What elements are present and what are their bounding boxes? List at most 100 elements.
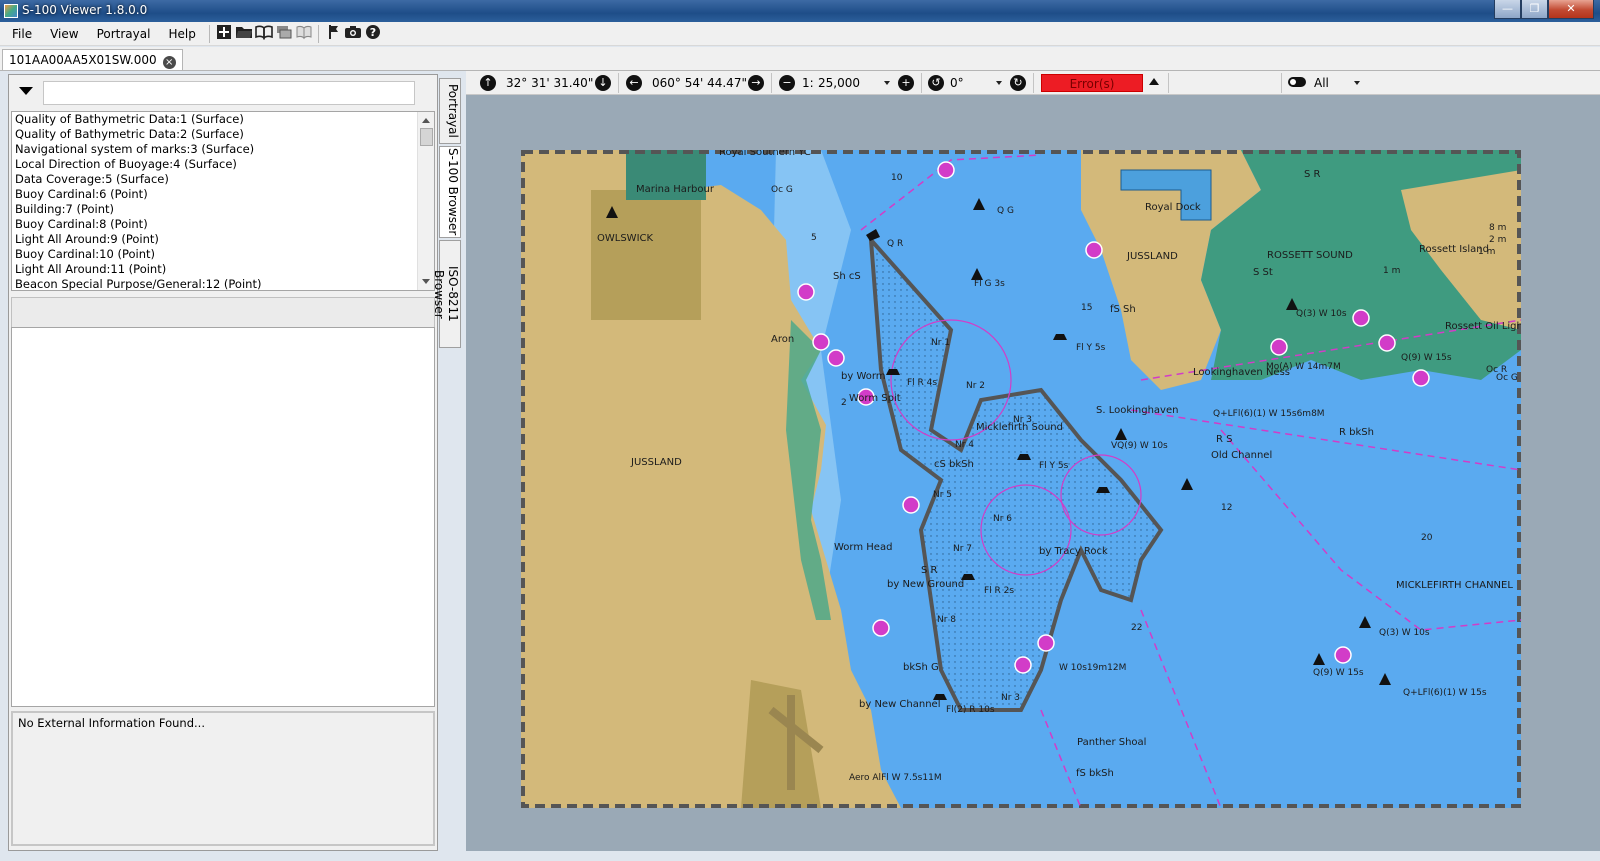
window-title: S-100 Viewer 1.8.0.0: [22, 3, 148, 17]
seabed-label: R bkSh: [1339, 427, 1374, 438]
light-label: Fl Y 5s: [1039, 461, 1069, 471]
special-purpose-mark[interactable]: [872, 619, 890, 637]
scale-select[interactable]: 25,000: [818, 75, 860, 91]
menu-view[interactable]: View: [41, 22, 87, 46]
scroll-thumb[interactable]: [420, 128, 433, 146]
svg-text:?: ?: [370, 26, 376, 39]
rotate-right-icon[interactable]: ↻: [1010, 75, 1026, 91]
rotate-left-icon[interactable]: ↺: [928, 75, 944, 91]
depth-label: 10: [891, 173, 903, 183]
close-button[interactable]: ✕: [1548, 0, 1594, 19]
special-purpose-mark[interactable]: [1334, 646, 1352, 664]
title-bar: S-100 Viewer 1.8.0.0 — ❐ ✕: [0, 0, 1600, 22]
list-item[interactable]: Buoy Cardinal:8 (Point): [12, 217, 434, 232]
close-tab-icon[interactable]: ×: [162, 56, 176, 69]
document-tab-label: 101AA00AA5X01SW.000: [9, 53, 157, 67]
list-item[interactable]: Quality of Bathymetric Data:1 (Surface): [12, 112, 434, 127]
chevron-down-icon[interactable]: [884, 81, 890, 85]
light-label: Mo(A) W 14m7M: [1266, 362, 1341, 372]
arrow-left-icon[interactable]: ←: [626, 75, 642, 91]
place-label: Marina Harbour: [636, 184, 715, 195]
zoom-in-icon[interactable]: +: [898, 75, 914, 91]
help-icon[interactable]: ?: [363, 24, 383, 44]
filter-select[interactable]: All: [1314, 75, 1329, 91]
document-tab[interactable]: 101AA00AA5X01SW.000 ×: [2, 49, 183, 71]
place-label: by Tracy Rock: [1039, 546, 1108, 557]
buoy-number: Nr 3: [1001, 693, 1020, 703]
tab-portrayal[interactable]: Portrayal: [439, 78, 461, 144]
toolbar-separator: [1168, 73, 1169, 93]
special-purpose-mark[interactable]: [1412, 369, 1430, 387]
book-icon[interactable]: [294, 24, 314, 44]
list-item[interactable]: Local Direction of Buoyage:4 (Surface): [12, 157, 434, 172]
depth-label: 12: [1221, 503, 1232, 513]
error-status[interactable]: Error(s): [1041, 74, 1143, 92]
camera-icon[interactable]: [343, 24, 363, 44]
urban-area: [591, 190, 701, 320]
special-purpose-mark[interactable]: [1270, 338, 1288, 356]
catalogue-icon[interactable]: [254, 24, 274, 44]
buoy-number: Nr 1: [931, 338, 950, 348]
list-item[interactable]: Beacon Special Purpose/General:12 (Point…: [12, 277, 434, 290]
zoom-out-icon[interactable]: −: [779, 75, 795, 91]
scroll-up-icon[interactable]: [422, 118, 430, 123]
list-item[interactable]: Light All Around:11 (Point): [12, 262, 434, 277]
list-item[interactable]: Buoy Cardinal:6 (Point): [12, 187, 434, 202]
place-label: Worm Spit: [849, 393, 901, 404]
depth-label: 15: [1081, 303, 1092, 313]
buoy-number: Nr 3: [1013, 415, 1032, 425]
scroll-down-icon[interactable]: [422, 279, 430, 284]
light-label: Q+LFl(6)(1) W 15s: [1403, 688, 1487, 698]
seabed-label: fS bkSh: [1076, 768, 1114, 779]
menu-portrayal[interactable]: Portrayal: [88, 22, 160, 46]
chevron-down-icon[interactable]: [1354, 81, 1360, 85]
tab-iso8211-browser[interactable]: ISO-8211 Browser: [432, 240, 461, 348]
light-label: Q(9) W 15s: [1313, 668, 1364, 678]
menu-help[interactable]: Help: [159, 22, 204, 46]
special-purpose-mark[interactable]: [1085, 241, 1103, 259]
list-item[interactable]: Data Coverage:5 (Surface): [12, 172, 434, 187]
flag-icon[interactable]: [323, 24, 343, 44]
arrow-right-icon[interactable]: →: [748, 75, 764, 91]
arrow-up-icon[interactable]: ↑: [480, 75, 496, 91]
special-purpose-mark[interactable]: [1352, 309, 1370, 327]
list-scrollbar[interactable]: [417, 112, 434, 290]
menu-file[interactable]: File: [0, 22, 41, 46]
longitude-display: 060° 54' 44.47" E: [652, 76, 759, 90]
panel-splitter[interactable]: [11, 297, 435, 331]
place-label: JUSSLAND: [630, 457, 682, 468]
filter-input[interactable]: [43, 81, 415, 105]
expand-errors-icon[interactable]: [1149, 78, 1159, 85]
feature-list[interactable]: Quality of Bathymetric Data:1 (Surface) …: [11, 111, 435, 291]
special-purpose-mark[interactable]: [937, 161, 955, 179]
add-icon[interactable]: [214, 24, 234, 44]
place-label: by Worm: [841, 371, 886, 382]
special-purpose-mark[interactable]: [1014, 656, 1032, 674]
special-purpose-mark[interactable]: [1378, 334, 1396, 352]
layers-icon[interactable]: [274, 24, 294, 44]
toggle-switch[interactable]: [1288, 77, 1306, 87]
special-purpose-mark[interactable]: [1037, 634, 1055, 652]
list-item[interactable]: Buoy Cardinal:10 (Point): [12, 247, 434, 262]
place-label: Worm Head: [834, 542, 892, 553]
list-item[interactable]: Navigational system of marks:3 (Surface): [12, 142, 434, 157]
tab-s100-browser[interactable]: S-100 Browser: [439, 146, 461, 238]
list-item[interactable]: Quality of Bathymetric Data:2 (Surface): [12, 127, 434, 142]
special-purpose-mark[interactable]: [797, 283, 815, 301]
open-folder-icon[interactable]: [234, 24, 254, 44]
chart-canvas[interactable]: 10 5 2 20 22 15 12 8 m 2 m 1 m 1 m OWLSW…: [521, 150, 1521, 808]
list-item[interactable]: Building:7 (Point): [12, 202, 434, 217]
list-item[interactable]: Light All Around:9 (Point): [12, 232, 434, 247]
minimize-button[interactable]: —: [1494, 0, 1521, 19]
rotation-select[interactable]: 0°: [950, 75, 964, 91]
special-purpose-mark[interactable]: [812, 333, 830, 351]
chevron-down-icon[interactable]: [996, 81, 1002, 85]
nautical-chart[interactable]: 10 5 2 20 22 15 12 8 m 2 m 1 m 1 m OWLSW…: [521, 150, 1521, 808]
special-purpose-mark[interactable]: [827, 349, 845, 367]
maximize-button[interactable]: ❐: [1521, 0, 1548, 19]
arrow-down-icon[interactable]: ↓: [595, 75, 611, 91]
seabed-label: R S: [1216, 434, 1232, 445]
special-purpose-mark[interactable]: [902, 496, 920, 514]
chevron-down-icon[interactable]: [19, 87, 33, 95]
menu-bar: File View Portrayal Help ?: [0, 22, 1600, 46]
